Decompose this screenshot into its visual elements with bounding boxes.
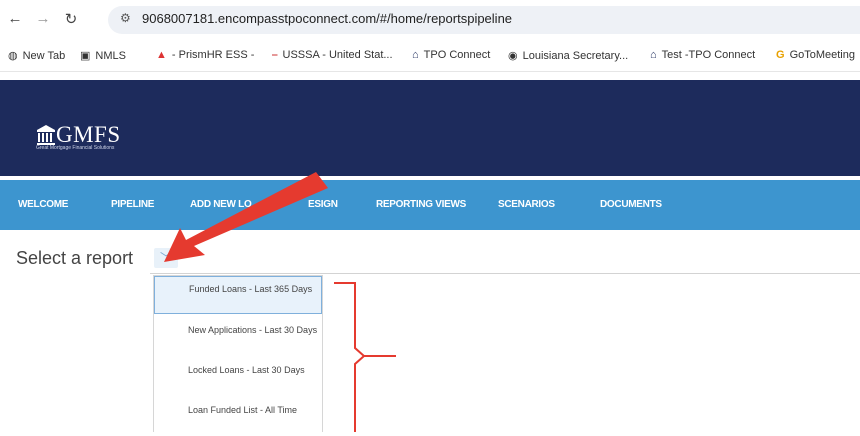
bookmark-prismhr[interactable]: ▲ - PrismHR ESS - — [156, 49, 254, 61]
nav-welcome[interactable]: WELCOME — [18, 199, 68, 210]
report-option[interactable]: Funded Loans - Last 365 Days — [154, 276, 322, 314]
report-option[interactable]: Loan Funded List - All Time — [154, 398, 322, 436]
site-info-icon[interactable]: ⚙ — [120, 11, 131, 25]
bookmarks-bar: ◍ New Tab ▣ NMLS ▲ - PrismHR ESS - ⎯ USSSA -… — [0, 40, 860, 72]
nav-documents[interactable]: DOCUMENTS — [600, 199, 662, 210]
bookmark-gotomeeting[interactable]: G GoToMeeting — [776, 49, 855, 61]
select-report-label: Select a report — [16, 248, 134, 268]
prismhr-icon: ▲ — [156, 49, 167, 61]
url-text[interactable]: 9068007181.encompasstpoconnect.com/#/hom… — [142, 11, 512, 26]
report-option[interactable]: New Applications - Last 30 Days — [154, 318, 322, 356]
nmls-icon: ▣ — [80, 50, 91, 62]
chevron-down-icon: ﹀ — [159, 251, 172, 265]
bookmark-usssa[interactable]: ⎯ USSSA - United Stat... — [272, 49, 393, 62]
goto-icon: G — [776, 49, 785, 61]
nav-add-new-loan[interactable]: ADD NEW LO — [190, 199, 252, 210]
logo-subtitle: Great Mortgage Financial Solutions — [36, 145, 115, 151]
report-dropdown-menu: Funded Loans - Last 365 Days New Applica… — [153, 275, 323, 432]
bookmark-test-tpo[interactable]: ⌂ Test -TPO Connect — [650, 49, 755, 61]
main-nav: WELCOME PIPELINE ADD NEW LO ESIGN REPORT… — [0, 180, 860, 230]
address-bar: ← → ↻ ⚙ 9068007181.encompasstpoconnect.c… — [0, 0, 860, 40]
nav-reporting-views[interactable]: REPORTING VIEWS — [376, 199, 466, 210]
building-logo-icon — [37, 125, 55, 145]
building-icon: ⌂ — [650, 49, 657, 61]
red-brace-icon — [334, 282, 366, 432]
divider — [150, 273, 860, 274]
globe-icon: ◍ — [8, 50, 18, 62]
nav-esign[interactable]: ESIGN — [308, 199, 338, 210]
bookmark-louisiana[interactable]: ◉ Louisiana Secretary... — [508, 49, 628, 62]
nav-scenarios[interactable]: SCENARIOS — [498, 199, 555, 210]
report-option[interactable]: Locked Loans - Last 30 Days — [154, 358, 322, 396]
forward-icon[interactable]: → — [34, 10, 52, 27]
nav-pipeline[interactable]: PIPELINE — [111, 199, 154, 210]
reload-icon[interactable]: ↻ — [62, 10, 80, 28]
bookmark-nmls[interactable]: ▣ NMLS — [80, 49, 126, 62]
seal-icon: ◉ — [508, 50, 518, 62]
bookmark-tpo-connect[interactable]: ⌂ TPO Connect — [412, 49, 490, 61]
header-banner — [0, 80, 860, 176]
building-icon: ⌂ — [412, 49, 419, 61]
back-icon[interactable]: ← — [6, 10, 24, 27]
report-dropdown-toggle[interactable]: ﹀ — [154, 248, 178, 268]
usssa-icon: ⎯ — [272, 49, 278, 61]
bookmark-new-tab[interactable]: ◍ New Tab — [8, 49, 65, 62]
